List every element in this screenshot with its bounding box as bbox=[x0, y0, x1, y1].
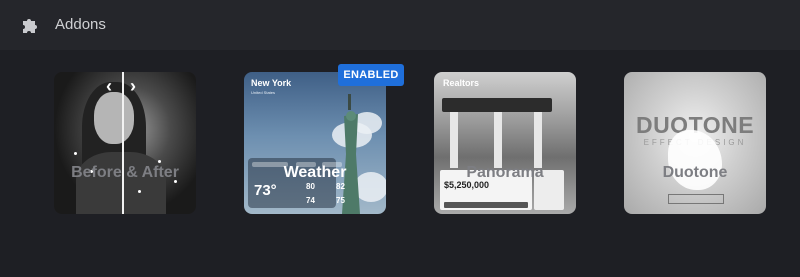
before-after-thumbnail: ‹ › bbox=[54, 72, 196, 214]
addon-card-duotone[interactable]: DUOTONE EFFECT DESIGN bbox=[624, 72, 766, 214]
weather-low: 75 bbox=[336, 196, 345, 205]
addon-label-panorama: Panorama bbox=[466, 164, 544, 181]
enabled-badge: ENABLED bbox=[338, 64, 404, 86]
addon-card-weather[interactable]: New York United States 73° 80 74 82 75 bbox=[244, 72, 386, 214]
chevron-right-icon: › bbox=[130, 76, 136, 96]
preview-face bbox=[94, 92, 134, 144]
weather-temperature: 73° bbox=[254, 182, 277, 199]
chevron-left-icon: ‹ bbox=[106, 76, 112, 96]
preview-body bbox=[76, 152, 166, 214]
panorama-brand: Realtors bbox=[443, 78, 480, 88]
sparkle bbox=[158, 160, 161, 163]
duotone-thumbnail: DUOTONE EFFECT DESIGN bbox=[624, 72, 766, 214]
panorama-thumbnail: Realtors $5,250,000 bbox=[434, 72, 576, 214]
comparison-divider bbox=[122, 72, 124, 214]
listing-button bbox=[444, 202, 528, 208]
addon-card-before-after[interactable]: ‹ › bbox=[54, 72, 196, 214]
addon-label-weather: Weather bbox=[283, 164, 347, 181]
duotone-button bbox=[668, 194, 724, 204]
pergola-roof bbox=[442, 98, 552, 112]
page-title: Addons bbox=[55, 16, 106, 33]
weather-thumbnail: New York United States 73° 80 74 82 75 bbox=[244, 72, 386, 214]
weather-high: 82 bbox=[336, 182, 345, 191]
addons-header: Addons bbox=[0, 0, 800, 50]
sparkle bbox=[138, 190, 141, 193]
sparkle bbox=[74, 152, 77, 155]
addon-card-panorama[interactable]: Realtors $5,250,000 bbox=[434, 72, 576, 214]
puzzle-icon bbox=[23, 19, 37, 33]
addon-label-before-after: Before & After bbox=[71, 164, 179, 181]
pergola-post bbox=[534, 112, 542, 168]
weather-high: 80 bbox=[306, 182, 315, 191]
weather-country: United States bbox=[251, 90, 276, 95]
pergola-post bbox=[494, 112, 502, 168]
pergola-post bbox=[450, 112, 458, 168]
weather-low: 74 bbox=[306, 196, 315, 205]
addon-label-duotone: Duotone bbox=[662, 164, 728, 181]
weather-city: New York bbox=[251, 78, 292, 88]
